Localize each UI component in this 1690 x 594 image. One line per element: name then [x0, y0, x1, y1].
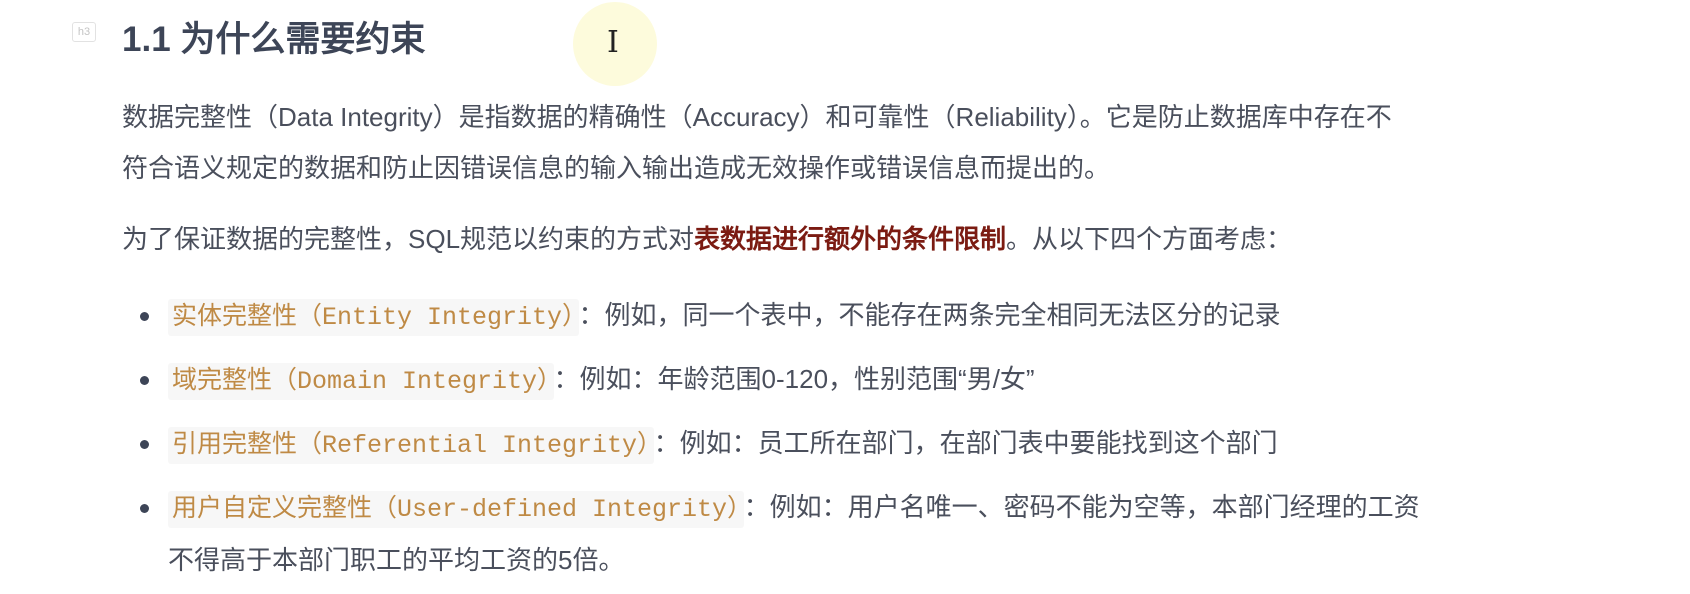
bullet-icon — [140, 312, 149, 321]
paragraph-constraints: 为了保证数据的完整性，SQL规范以约束的方式对表数据进行额外的条件限制。从以下四… — [122, 214, 1292, 265]
list-item-text: ：例如，同一个表中，不能存在两条完全相同无法区分的记录 — [578, 300, 1281, 330]
inline-code: 实体完整性（Entity Integrity） — [168, 299, 579, 336]
list-item-text: ：例如：员工所在部门，在部门表中要能找到这个部门 — [653, 428, 1278, 458]
paragraph-line: 数据完整性（Data Integrity）是指数据的精确性（Accuracy）和… — [122, 102, 1392, 132]
list-item: 引用完整性（Referential Integrity） ：例如：员工所在部门，在… — [0, 418, 1420, 482]
section-heading: 1.1 为什么需要约束 — [122, 20, 426, 59]
bullet-icon — [140, 376, 149, 385]
list-item: 域完整性（Domain Integrity） ：例如：年龄范围0-120，性别范围… — [0, 354, 1420, 418]
inline-code: 域完整性（Domain Integrity） — [168, 363, 554, 400]
inline-code: 用户自定义完整性（User-defined Integrity） — [168, 491, 744, 528]
paragraph-data-integrity: 数据完整性（Data Integrity）是指数据的精确性（Accuracy）和… — [122, 92, 1392, 194]
list-item-text: ：例如：用户名唯一、密码不能为空等，本部门经理的工资 — [743, 492, 1420, 522]
list-item: 用户自定义完整性（User-defined Integrity） ：例如：用户名唯… — [0, 482, 1420, 586]
bullet-icon — [140, 504, 149, 513]
list-item-continuation: 不得高于本部门职工的平均工资的5倍。 — [168, 545, 625, 575]
heading-level-badge: h3 — [72, 22, 96, 42]
inline-code: 引用完整性（Referential Integrity） — [168, 427, 654, 464]
bullet-icon — [140, 440, 149, 449]
paragraph-text: 为了保证数据的完整性，SQL规范以约束的方式对 — [122, 224, 695, 254]
paragraph-line: 符合语义规定的数据和防止因错误信息的输入输出造成无效操作或错误信息而提出的。 — [122, 153, 1111, 183]
text-cursor-icon: I — [607, 25, 619, 60]
list-item: 实体完整性（Entity Integrity） ：例如，同一个表中，不能存在两条完… — [0, 290, 1420, 354]
paragraph-text: 。从以下四个方面考虑： — [1006, 224, 1293, 254]
list-item-text: ：例如：年龄范围0-120，性别范围“男/女” — [553, 364, 1035, 394]
bold-emphasis: 表数据进行额外的条件限制 — [694, 224, 1007, 254]
integrity-list: 实体完整性（Entity Integrity） ：例如，同一个表中，不能存在两条完… — [0, 290, 1420, 586]
